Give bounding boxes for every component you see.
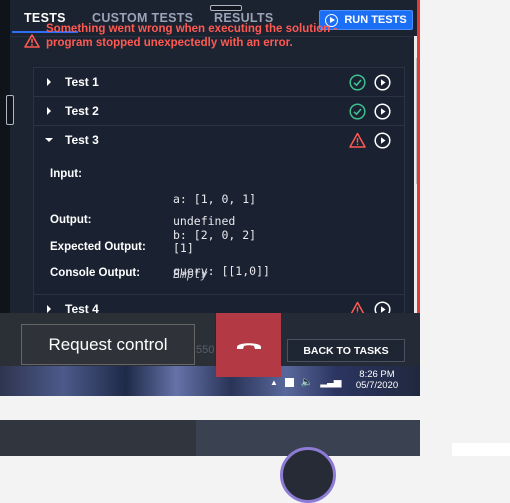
input-line: b: [2, 0, 2]: [173, 228, 257, 242]
back-to-tasks-button[interactable]: BACK TO TASKS: [287, 339, 405, 362]
error-line-2: program stopped unexpectedly with an err…: [46, 37, 293, 49]
signal-icon[interactable]: ▂▃▅: [320, 377, 341, 388]
check-circle-icon: [349, 103, 366, 120]
test-name: Test 1: [65, 75, 99, 89]
video-tile-left: [0, 420, 196, 456]
input-value: a: [1, 0, 1] b: [2, 0, 2] query: [[1,0]]: [173, 169, 270, 301]
page-edge: [452, 443, 510, 456]
test-row-expanded[interactable]: Test 3: [34, 125, 404, 154]
error-line-1: Something went wrong when executing the …: [46, 23, 338, 35]
phone-hangup-icon: [236, 343, 261, 349]
test-details: Input: a: [1, 0, 1] b: [2, 0, 2] query: …: [34, 154, 404, 306]
tray-app-icon[interactable]: [284, 377, 294, 387]
chevron-right-icon[interactable]: [44, 106, 54, 116]
test-name: Test 2: [65, 104, 99, 118]
request-control-button[interactable]: Request control: [21, 324, 195, 365]
tests-panel: TESTS CUSTOM TESTS RESULTS RUN TESTS Som…: [10, 0, 420, 333]
console-output-label: Console Output:: [50, 267, 141, 279]
warning-triangle-icon: [349, 132, 366, 148]
expected-output-label: Expected Output:: [50, 241, 146, 253]
check-circle-icon: [349, 74, 366, 91]
faint-counter: 550: [196, 344, 215, 356]
test-name: Test 3: [65, 133, 99, 147]
input-line: a: [1, 0, 1]: [173, 192, 257, 206]
test-row[interactable]: Test 2: [34, 96, 404, 125]
error-text: Something went wrong when executing the …: [46, 23, 381, 50]
chevron-down-icon[interactable]: [44, 135, 54, 145]
speaker-icon[interactable]: 🔈: [301, 377, 313, 388]
resize-handle-side[interactable]: [6, 95, 14, 125]
participant-avatar: [280, 447, 336, 503]
taskbar-clock[interactable]: 8:26 PM 05/7/2020: [352, 369, 402, 391]
output-value: undefined: [173, 214, 236, 228]
chevron-right-icon[interactable]: [44, 77, 54, 87]
clock-date: 05/7/2020: [355, 380, 399, 391]
run-test-play-icon[interactable]: [374, 74, 391, 91]
input-label: Input:: [50, 168, 82, 180]
warning-triangle-icon: [24, 34, 40, 48]
expected-output-value: [1]: [173, 241, 194, 255]
run-test-play-icon[interactable]: [374, 103, 391, 120]
test-list: Test 1 Test 2 Test 3 Input: a: [1, 0, 1]…: [33, 67, 405, 333]
tray-arrow-icon[interactable]: ▲: [270, 378, 278, 387]
resize-handle-top[interactable]: [210, 5, 242, 11]
console-output-value: Empty: [173, 267, 208, 281]
hang-up-button[interactable]: [216, 313, 281, 377]
output-label: Output:: [50, 214, 92, 226]
run-test-play-icon[interactable]: [374, 132, 391, 149]
clock-time: 8:26 PM: [359, 369, 395, 380]
test-row[interactable]: Test 1: [34, 68, 404, 96]
